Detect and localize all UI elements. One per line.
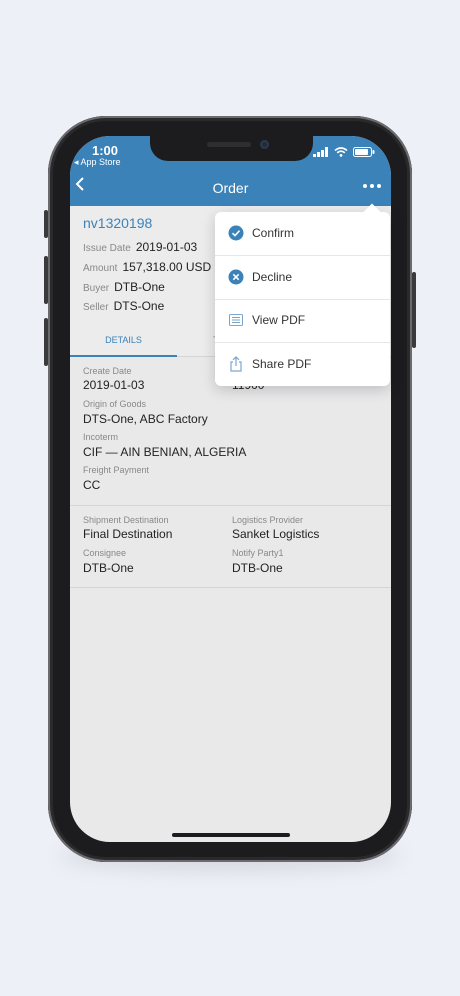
logistics-provider-value: Sanket Logistics: [232, 527, 320, 541]
menu-item-decline[interactable]: Decline: [215, 256, 390, 300]
more-options-button[interactable]: [359, 178, 385, 194]
status-icons: [313, 147, 375, 157]
freight-value: CC: [83, 478, 101, 492]
menu-item-label: Decline: [252, 270, 293, 284]
actions-menu: Confirm Decline View PDF Share PDF: [215, 203, 390, 386]
seller-row: Seller DTS-One: [83, 299, 164, 313]
more-dot-icon: [370, 184, 374, 188]
check-circle-icon: [228, 225, 244, 241]
top-bar: 1:00 ◂ App Store Order: [70, 136, 391, 206]
status-time: 1:00: [92, 143, 119, 158]
menu-item-label: Share PDF: [252, 357, 312, 371]
origin-value: DTS-One, ABC Factory: [83, 412, 208, 426]
more-dot-icon: [363, 184, 367, 188]
menu-item-label: View PDF: [252, 313, 306, 327]
signal-icon: [313, 147, 328, 157]
tab-details[interactable]: DETAILS: [70, 324, 177, 356]
notify-party-value: DTB-One: [232, 561, 283, 575]
mute-switch: [44, 210, 48, 238]
amount-label: Amount: [83, 263, 118, 274]
power-button: [412, 272, 416, 348]
page-title: Order: [212, 180, 249, 196]
x-circle-icon: [228, 269, 244, 285]
buyer-value: DTB-One: [114, 280, 165, 294]
seller-value: DTS-One: [113, 299, 165, 313]
menu-item-label: Confirm: [252, 226, 295, 240]
origin-label: Origin of Goods: [83, 399, 147, 409]
back-to-app-store-link[interactable]: ◂ App Store: [74, 157, 121, 168]
incoterm-value: CIF — AIN BENIAN, ALGERIA: [83, 445, 247, 459]
seller-label: Seller: [83, 302, 109, 313]
amount-row: Amount 157,318.00 USD: [83, 260, 211, 274]
volume-up-button: [44, 256, 48, 304]
issue-date-row: Issue Date 2019-01-03: [83, 240, 197, 254]
battery-icon: [353, 147, 375, 157]
shipment-destination-label: Shipment Destination: [83, 515, 169, 525]
section-divider: [70, 505, 391, 506]
buyer-row: Buyer DTB-One: [83, 280, 165, 294]
notch: [150, 136, 313, 161]
menu-item-confirm[interactable]: Confirm: [215, 212, 390, 256]
shipment-destination-value: Final Destination: [83, 527, 173, 541]
more-dot-icon: [377, 184, 381, 188]
logistics-provider-label: Logistics Provider: [232, 515, 304, 525]
create-date-value: 2019-01-03: [83, 378, 145, 392]
section-divider: [70, 587, 391, 588]
volume-down-button: [44, 318, 48, 366]
consignee-value: DTB-One: [83, 561, 134, 575]
create-date-label: Create Date: [83, 366, 132, 376]
front-camera: [260, 140, 269, 149]
notify-party-label: Notify Party1: [232, 548, 284, 558]
document-icon: [229, 314, 243, 326]
order-id: nv1320198: [83, 215, 153, 231]
incoterm-label: Incoterm: [83, 432, 119, 442]
amount-value: 157,318.00 USD: [122, 260, 212, 274]
home-indicator[interactable]: [172, 833, 290, 837]
buyer-label: Buyer: [83, 283, 110, 294]
freight-label: Freight Payment: [83, 465, 150, 475]
menu-item-view-pdf[interactable]: View PDF: [215, 299, 390, 343]
speaker-grille: [207, 142, 251, 147]
issue-date-label: Issue Date: [83, 243, 131, 254]
issue-date-value: 2019-01-03: [135, 240, 198, 254]
active-tab-indicator: [70, 355, 177, 357]
share-icon: [230, 356, 242, 372]
consignee-label: Consignee: [83, 548, 127, 558]
menu-item-share-pdf[interactable]: Share PDF: [215, 343, 390, 386]
wifi-icon: [334, 147, 348, 157]
